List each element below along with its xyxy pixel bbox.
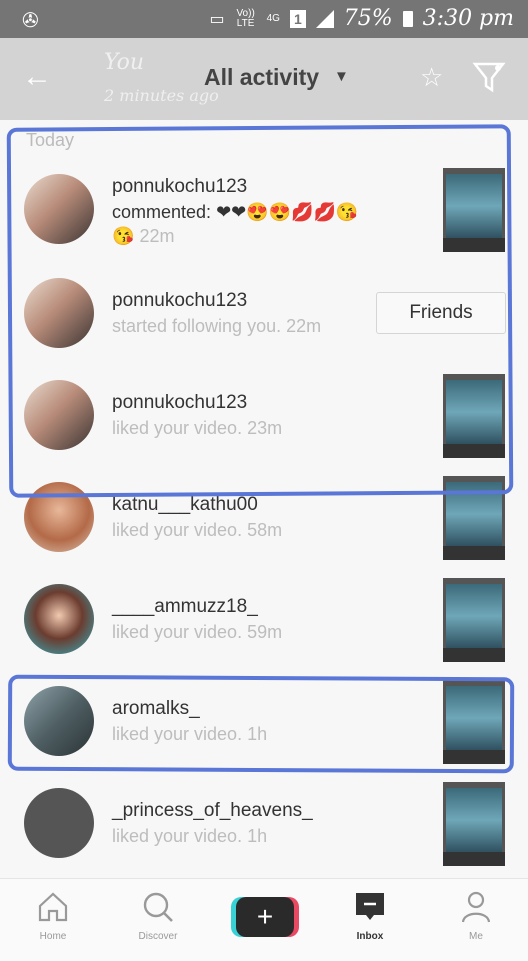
create-video-button[interactable]: +	[236, 897, 294, 937]
notification-action: liked your video. 1h	[112, 826, 267, 847]
notification-username[interactable]: _princess_of_heavens_	[112, 800, 313, 822]
notification-action-text: liked your video.	[112, 520, 243, 540]
tab-inbox-label: Inbox	[356, 931, 384, 942]
tab-inbox[interactable]: Inbox	[330, 889, 410, 942]
avatar[interactable]	[24, 584, 94, 654]
back-arrow-icon[interactable]: ←	[22, 60, 52, 94]
battery-icon	[402, 10, 413, 27]
filter-icon[interactable]	[472, 60, 506, 99]
tab-home-label: Home	[39, 931, 67, 942]
profile-icon	[436, 889, 516, 925]
overlay-handwritten-name: You	[104, 50, 145, 75]
notification-row[interactable]: _princess_of_heavens_ liked your video. …	[0, 772, 528, 874]
app-notification-icon: ✇	[22, 10, 39, 32]
video-thumbnail[interactable]	[443, 782, 505, 866]
notification-time: 59m	[247, 622, 283, 642]
tab-discover-label: Discover	[138, 931, 178, 942]
chevron-down-icon[interactable]: ▼	[334, 68, 349, 85]
notification-action: liked your video. 59m	[112, 622, 282, 643]
notification-action: liked your video. 58m	[112, 520, 282, 541]
status-bar: ✇ ▭ Vo)) LTE 4G 1 75% 3:30 pm	[0, 0, 528, 38]
bottom-tab-bar: Home Discover + Inbox Me	[0, 878, 528, 961]
search-icon	[118, 889, 198, 925]
star-icon[interactable]: ☆	[420, 62, 443, 93]
tab-me-label: Me	[469, 931, 483, 942]
home-icon	[13, 889, 93, 925]
tab-home[interactable]: Home	[13, 889, 93, 942]
clock: 3:30 pm	[422, 6, 514, 31]
inbox-icon	[330, 889, 410, 925]
overlay-handwritten-time: 2 minutes ago	[104, 86, 219, 105]
battery-level: 75%	[343, 6, 393, 31]
notification-username[interactable]: katnu___kathu00	[112, 494, 258, 516]
signal-icon	[315, 9, 334, 28]
notification-username[interactable]: ____ammuzz18_	[112, 596, 258, 618]
network-type: 4G	[266, 12, 280, 24]
notification-time: 1h	[247, 826, 268, 846]
video-thumbnail[interactable]	[443, 578, 505, 662]
avatar[interactable]	[24, 788, 94, 858]
notification-action-text: liked your video.	[112, 826, 243, 846]
tab-me[interactable]: Me	[436, 889, 516, 942]
sim-indicator: 1	[289, 9, 306, 28]
activity-filter-title[interactable]: All activity	[204, 64, 319, 91]
highlight-box	[7, 674, 515, 774]
cast-icon: ▭	[209, 9, 225, 28]
highlight-box	[6, 124, 514, 498]
app-header: ← You 2 minutes ago All activity ▼ ☆	[0, 38, 528, 120]
notification-row[interactable]: ____ammuzz18_ liked your video. 59m	[0, 568, 528, 670]
notification-action-text: liked your video.	[112, 622, 243, 642]
notification-time: 58m	[247, 520, 283, 540]
tab-discover[interactable]: Discover	[118, 889, 198, 942]
network-small-text: Vo)) LTE	[236, 7, 255, 29]
